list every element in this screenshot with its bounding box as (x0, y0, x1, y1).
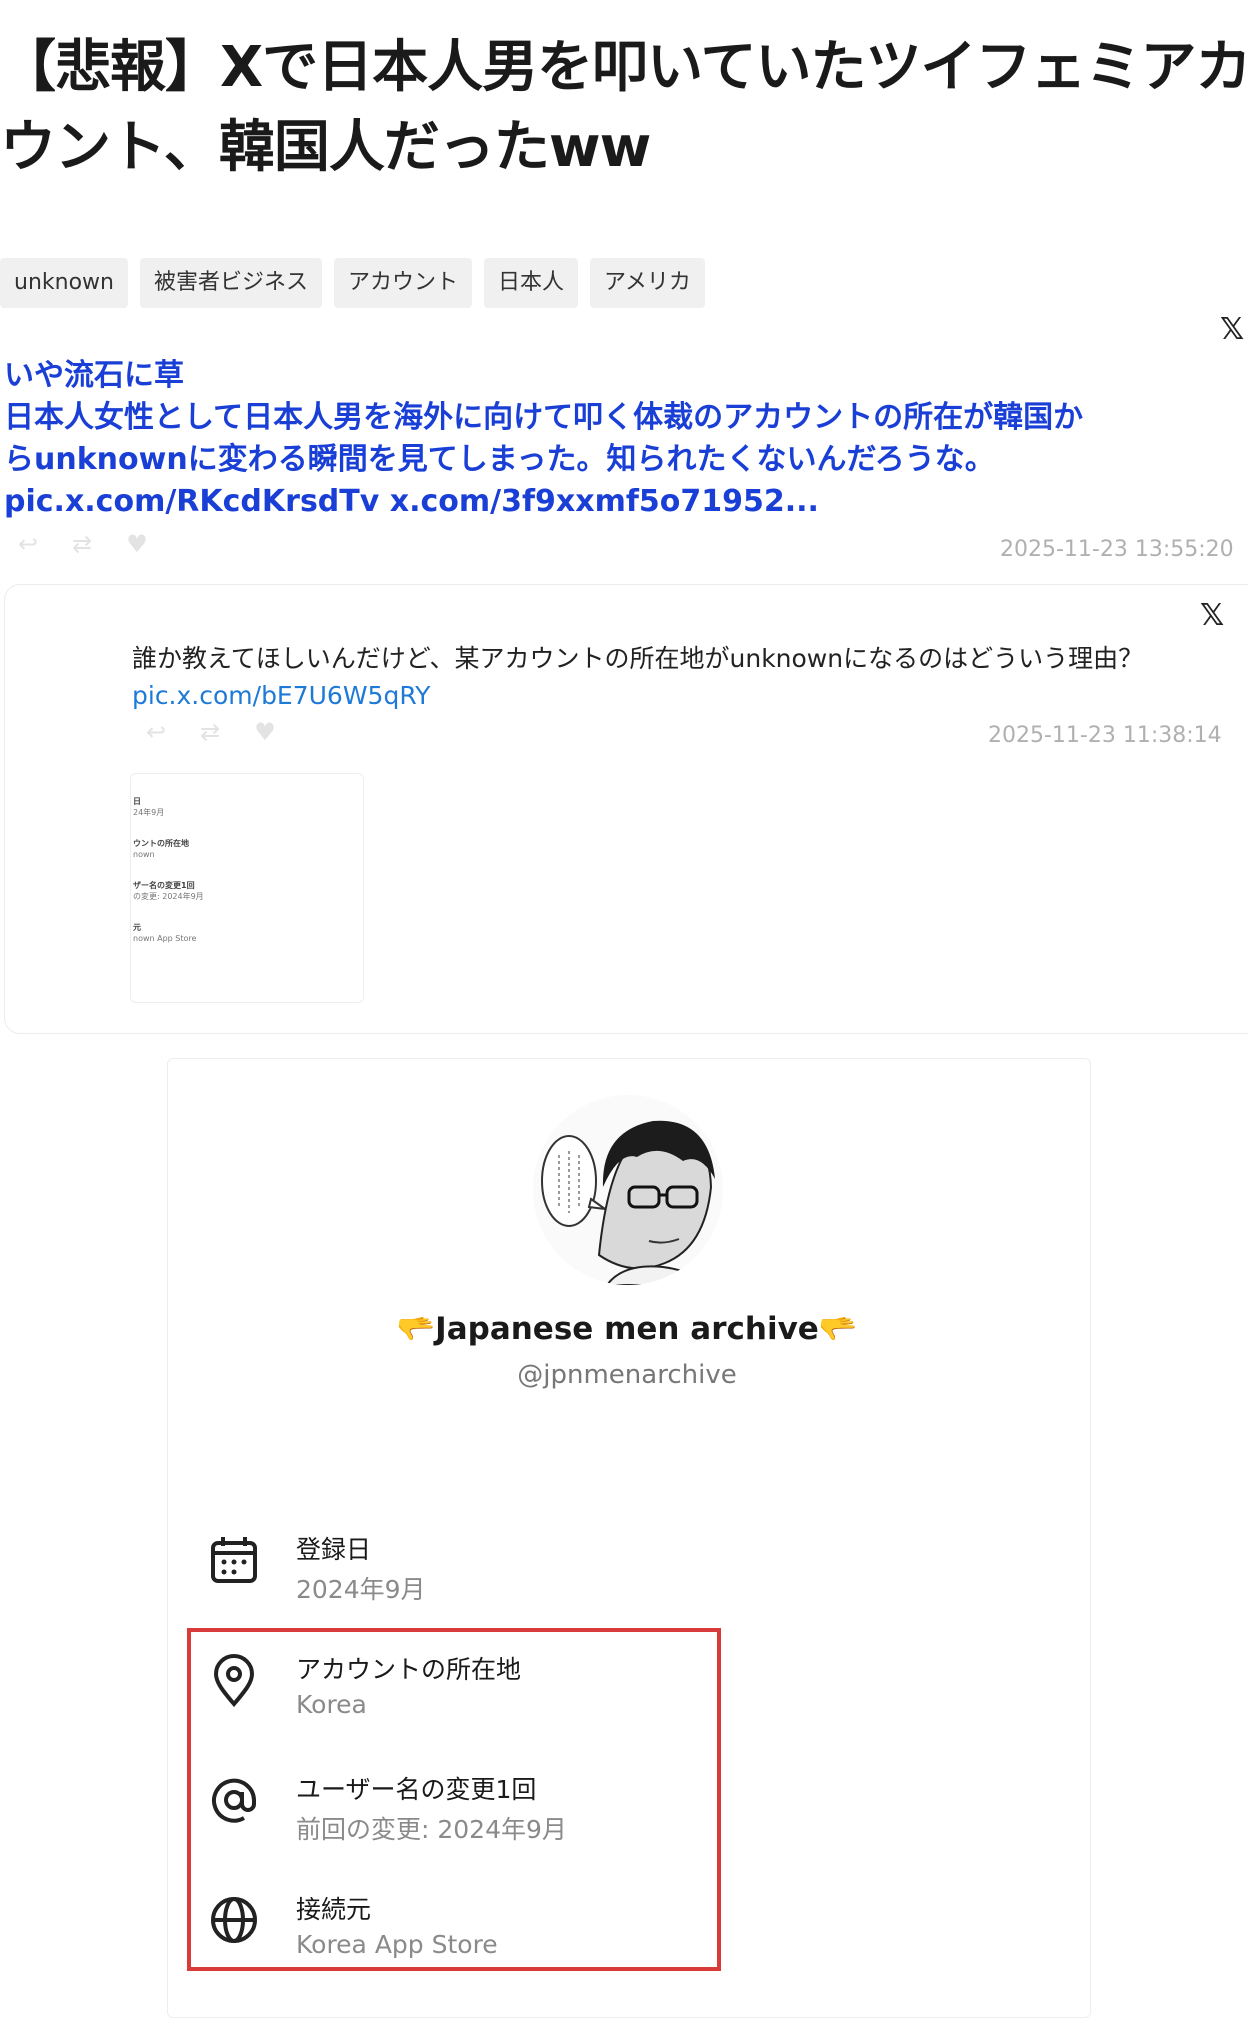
quoted-tweet-timestamp[interactable]: 2025-11-23 11:38:14 (988, 723, 1222, 748)
thumb-b1-head: 日 (133, 797, 141, 806)
thumb-b3-val: の変更: 2024年9月 (133, 892, 204, 901)
thumb-b3-head: ザー名の変更1回 (133, 881, 195, 890)
quoted-tweet-actions: ↩ ⇄ ♥ (146, 718, 276, 746)
quoted-tweet-link[interactable]: pic.x.com/bE7U6W5qRY (132, 681, 430, 710)
x-logo-icon[interactable]: 𝕏 (1200, 598, 1224, 633)
x-logo-icon[interactable]: 𝕏 (1220, 312, 1244, 347)
account-location-label: アカウントの所在地 (296, 1655, 522, 1684)
location-pin-icon (204, 1650, 264, 1714)
thumb-b1-val: 24年9月 (133, 808, 165, 817)
profile-handle[interactable]: @jpnmenarchive (380, 1360, 874, 1390)
retweet-icon[interactable]: ⇄ (72, 530, 92, 558)
article-title-line-1: 【悲報】Xで日本人男を叩いていたツイフェミアカ (0, 35, 1248, 100)
profile-display-name[interactable]: 🫳Japanese men archive🫳 (380, 1310, 874, 1347)
at-sign-icon (204, 1770, 264, 1834)
registration-date-label: 登録日 (296, 1535, 372, 1564)
calendar-icon (204, 1530, 264, 1594)
retweet-icon[interactable]: ⇄ (200, 718, 220, 746)
tweet-line-3: らunknownに変わる瞬間を見てしまった。知られたくないんだろうな。 (4, 442, 995, 477)
thumb-b4-val: nown App Store (133, 934, 197, 943)
globe-icon (204, 1890, 264, 1954)
quoted-tweet-text: 誰か教えてほしいんだけど、某アカウントの所在地がunknownになるのはどういう… (132, 644, 1144, 673)
tweet-body: いや流石に草 日本人女性として日本人男を海外に向けて叩く体裁のアカウントの所在が… (4, 355, 1240, 523)
thumb-b4-head: 元 (133, 923, 141, 932)
username-change-label: ユーザー名の変更1回 (296, 1775, 537, 1804)
article-title-line-2: ウント、韓国人だったww (0, 115, 651, 180)
tag-unknown[interactable]: unknown (0, 258, 128, 308)
tweet-line-1: いや流石に草 (4, 358, 184, 393)
article-title: 【悲報】Xで日本人男を叩いていたツイフェミアカ ウント、韓国人だったww (0, 28, 1248, 188)
thumb-b2-val: nown (133, 850, 155, 859)
username-change-value: 前回の変更: 2024年9月 (296, 1815, 567, 1844)
avatar[interactable] (533, 1095, 723, 1285)
tweet-actions: ↩ ⇄ ♥ (18, 530, 148, 558)
reply-icon[interactable]: ↩ (146, 718, 166, 746)
connected-via-label: 接続元 (296, 1895, 372, 1924)
tweet-line-2: 日本人女性として日本人男を海外に向けて叩く体裁のアカウントの所在が韓国か (4, 400, 1084, 435)
tag-japanese[interactable]: 日本人 (484, 258, 579, 308)
account-location-value: Korea (296, 1690, 367, 1719)
thumb-b2-head: ウントの所在地 (133, 839, 189, 848)
tag-america[interactable]: アメリカ (590, 258, 705, 308)
tag-list: unknown 被害者ビジネス アカウント 日本人 アメリカ (0, 258, 705, 308)
tag-victim-business[interactable]: 被害者ビジネス (139, 258, 322, 308)
registration-date-value: 2024年9月 (296, 1575, 426, 1604)
connected-via-value: Korea App Store (296, 1930, 498, 1959)
like-icon[interactable]: ♥ (126, 530, 148, 558)
reply-icon[interactable]: ↩ (18, 530, 38, 558)
tweet-timestamp[interactable]: 2025-11-23 13:55:20 (1000, 537, 1234, 562)
tag-account[interactable]: アカウント (333, 258, 472, 308)
like-icon[interactable]: ♥ (254, 718, 276, 746)
tweet-links[interactable]: pic.x.com/RKcdKrsdTv x.com/3f9xxmf5o7195… (4, 481, 1240, 523)
quoted-tweet-body: 誰か教えてほしいんだけど、某アカウントの所在地がunknownになるのはどういう… (132, 640, 1192, 714)
quoted-tweet-image[interactable]: 日 24年9月 ウントの所在地 nown ザー名の変更1回 の変更: 2024年9月 … (130, 773, 364, 1003)
